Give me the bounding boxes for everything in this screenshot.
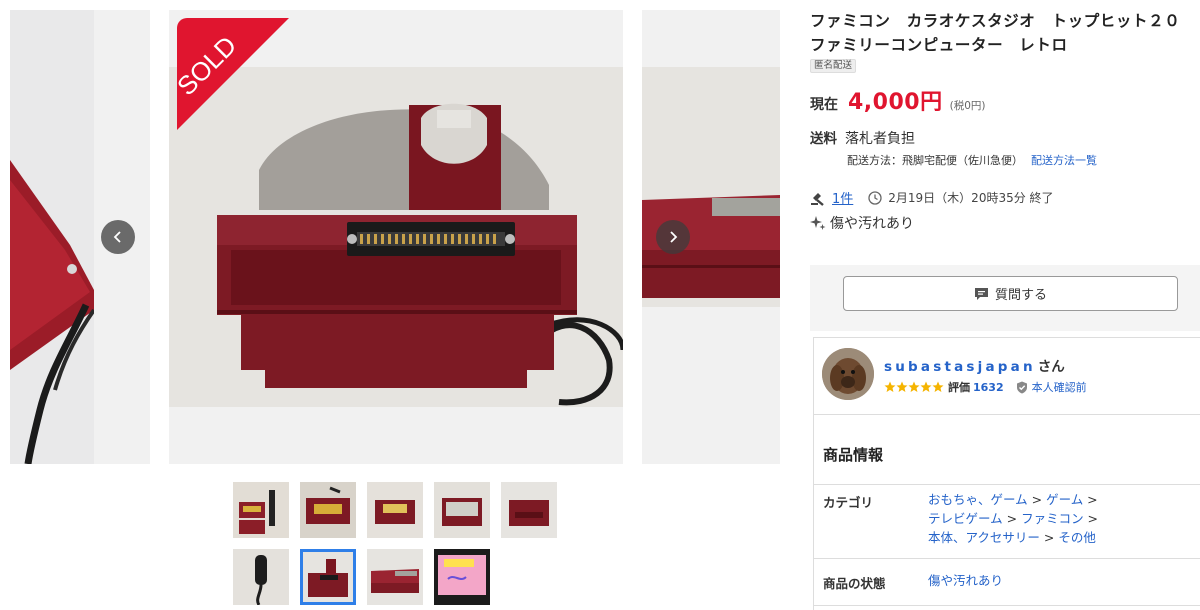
shipping-value: 落札者負担 bbox=[845, 131, 915, 147]
sparkle-icon bbox=[810, 216, 826, 230]
shipping-method: 配送方法：飛脚宅配便（佐川急便） 配送方法一覧 bbox=[847, 152, 1097, 168]
clock-icon bbox=[868, 190, 882, 205]
price-value: 4,000円 bbox=[848, 90, 943, 115]
thumbnail-7[interactable] bbox=[300, 549, 356, 605]
gavel-icon bbox=[811, 192, 824, 206]
spec-divider bbox=[814, 605, 1200, 606]
seller-star-rating bbox=[884, 381, 944, 393]
shipping-row: 送料 落札者負担 bbox=[810, 127, 915, 148]
price-label: 現在 bbox=[810, 97, 838, 113]
thumbnail-5[interactable] bbox=[501, 482, 557, 538]
thumbnail-2[interactable] bbox=[300, 482, 356, 538]
seller-card: subastasjapan さん 評価 1632 本人確認前 bbox=[813, 337, 1200, 415]
gallery-next-button[interactable] bbox=[656, 220, 690, 254]
seller-name-suffix: さん bbox=[1037, 359, 1065, 375]
condition-row: 傷や汚れあり bbox=[810, 213, 914, 233]
chevron-left-icon bbox=[113, 231, 121, 243]
star-icon bbox=[932, 381, 944, 392]
category-link-5[interactable]: 本体、アクセサリー bbox=[928, 530, 1040, 545]
condition-label: 商品の状態 bbox=[823, 576, 886, 591]
star-icon bbox=[908, 381, 920, 392]
auction-end-time: 2月19日（木）20時35分 終了 bbox=[888, 191, 1054, 205]
ask-question-button[interactable]: 質問する bbox=[843, 276, 1178, 311]
category-link-4[interactable]: ファミコン bbox=[1021, 511, 1084, 526]
bid-count-link[interactable]: 1件 bbox=[832, 188, 853, 207]
anonymous-shipping-tag: 匿名配送 bbox=[810, 59, 857, 73]
seller-avatar[interactable] bbox=[822, 348, 874, 400]
shipping-method-text: 配送方法：飛脚宅配便（佐川急便） bbox=[847, 154, 1023, 167]
spec-divider bbox=[814, 558, 1200, 559]
shipping-method-list-link[interactable]: 配送方法一覧 bbox=[1031, 154, 1097, 167]
shipping-label: 送料 bbox=[810, 131, 837, 147]
category-link-1[interactable]: おもちゃ、ゲーム bbox=[928, 492, 1028, 507]
product-info-section: 商品情報 カテゴリ おもちゃ、ゲーム > ゲーム > テレビゲーム > ファミコ… bbox=[813, 415, 1200, 610]
category-link-3[interactable]: テレビゲーム bbox=[928, 511, 1003, 526]
star-icon bbox=[884, 381, 896, 392]
category-link-6[interactable]: その他 bbox=[1058, 530, 1096, 545]
rating-label: 評価 bbox=[948, 381, 970, 394]
product-info-title: 商品情報 bbox=[823, 446, 884, 464]
price-row: 現在 4,000円 (税0円) bbox=[810, 84, 986, 115]
item-info-panel: ファミコン カラオケスタジオ トップヒット２０ ファミリーコンピューター レトロ… bbox=[810, 0, 1200, 610]
seller-meta: 評価 1632 本人確認前 bbox=[884, 379, 1087, 395]
category-link-2[interactable]: ゲーム bbox=[1046, 492, 1083, 507]
condition-value: 傷や汚れあり bbox=[928, 571, 1198, 590]
thumbnail-1[interactable] bbox=[233, 482, 289, 538]
speech-bubble-icon bbox=[974, 287, 988, 300]
category-path: おもちゃ、ゲーム > ゲーム > テレビゲーム > ファミコン > 本体、アクセ… bbox=[928, 492, 1099, 545]
category-label: カテゴリ bbox=[823, 495, 874, 510]
sold-badge: SOLD bbox=[177, 18, 289, 130]
seller-name-row: subastasjapan さん bbox=[884, 355, 1065, 375]
star-icon bbox=[920, 381, 932, 392]
star-icon bbox=[896, 381, 908, 392]
condition-text: 傷や汚れあり bbox=[830, 216, 914, 232]
thumbnail-9[interactable] bbox=[434, 549, 490, 605]
chevron-right-icon bbox=[670, 231, 678, 243]
price-tax: (税0円) bbox=[949, 100, 986, 112]
thumbnail-8[interactable] bbox=[367, 549, 423, 605]
shield-check-icon bbox=[1016, 381, 1027, 393]
thumbnail-4[interactable] bbox=[434, 482, 490, 538]
auction-page: SOLD ファミコン カラオケスタジオ トップヒット２０ ファミリーコンピュータ… bbox=[0, 0, 1200, 610]
condition-value-link[interactable]: 傷や汚れあり bbox=[928, 573, 1003, 588]
thumbnail-3[interactable] bbox=[367, 482, 423, 538]
gallery-prev-button[interactable] bbox=[101, 220, 135, 254]
image-gallery: SOLD bbox=[0, 0, 790, 610]
rating-value-link[interactable]: 1632 bbox=[973, 381, 1004, 394]
product-title: ファミコン カラオケスタジオ トップヒット２０ ファミリーコンピューター レトロ bbox=[810, 12, 1197, 54]
spec-divider bbox=[814, 484, 1200, 485]
question-section: 質問する bbox=[810, 265, 1200, 331]
thumbnail-6[interactable] bbox=[233, 549, 289, 605]
verification-status-link[interactable]: 本人確認前 bbox=[1032, 379, 1087, 395]
ask-question-label: 質問する bbox=[994, 287, 1047, 302]
seller-name-link[interactable]: subastasjapan bbox=[884, 359, 1036, 375]
auction-meta-row: 1件 2月19日（木）20時35分 終了 bbox=[810, 188, 1054, 207]
